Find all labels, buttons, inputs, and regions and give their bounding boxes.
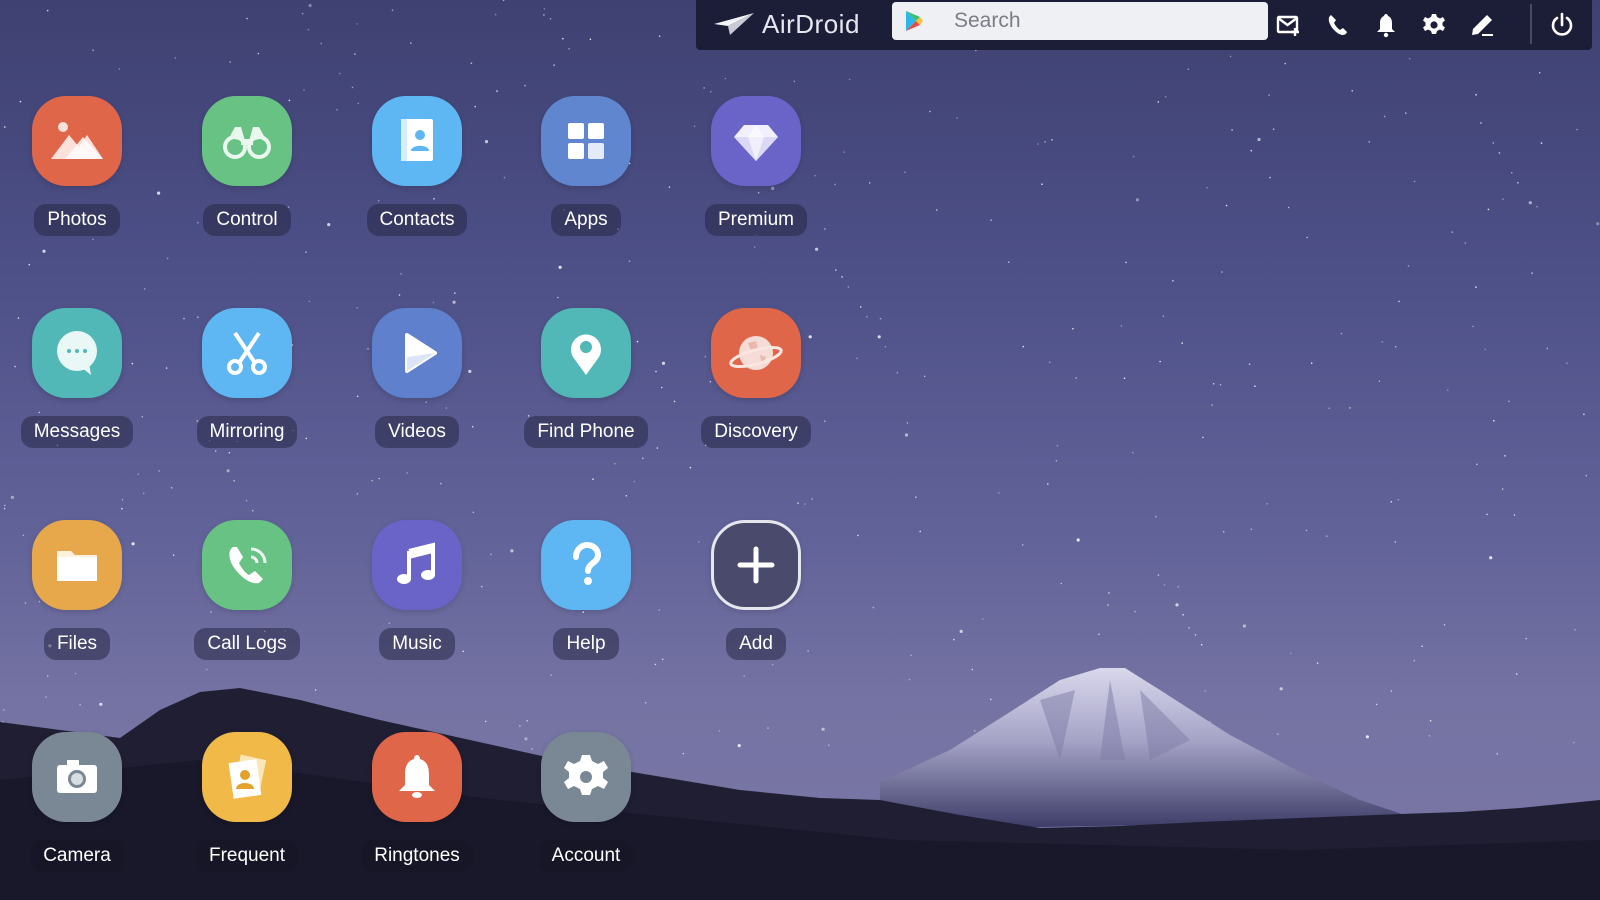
- app-label: Frequent: [195, 840, 299, 872]
- new-message-icon[interactable]: [1274, 10, 1304, 40]
- app-add[interactable]: Add: [681, 520, 831, 660]
- app-account[interactable]: Account: [511, 732, 661, 872]
- app-mirroring[interactable]: Mirroring: [172, 308, 322, 448]
- app-call-logs[interactable]: Call Logs: [172, 520, 322, 660]
- location-pin-icon: [541, 308, 631, 398]
- diamond-icon: [711, 96, 801, 186]
- plus-icon: [711, 520, 801, 610]
- app-messages[interactable]: Messages: [2, 308, 152, 448]
- app-discovery[interactable]: Discovery: [681, 308, 831, 448]
- app-label: Videos: [375, 416, 459, 448]
- app-label: Photos: [34, 204, 120, 236]
- app-files[interactable]: Files: [2, 520, 152, 660]
- app-control[interactable]: Control: [172, 96, 322, 236]
- app-premium[interactable]: Premium: [681, 96, 831, 236]
- bell-icon[interactable]: [1371, 10, 1401, 40]
- toolbar-divider: [1530, 4, 1532, 44]
- play-icon: [372, 308, 462, 398]
- app-label: Files: [43, 628, 111, 660]
- paper-plane-icon: [714, 13, 754, 35]
- app-label: Music: [379, 628, 455, 660]
- app-apps[interactable]: Apps: [511, 96, 661, 236]
- app-label: Control: [203, 204, 291, 236]
- phone-icon[interactable]: [1323, 10, 1353, 40]
- call-log-icon: [202, 520, 292, 610]
- pencil-icon[interactable]: [1467, 10, 1497, 40]
- app-videos[interactable]: Videos: [342, 308, 492, 448]
- contacts-book-icon: [372, 96, 462, 186]
- app-label: Camera: [30, 840, 124, 872]
- app-label: Apps: [551, 204, 621, 236]
- app-label: Contacts: [366, 204, 468, 236]
- app-label: Help: [553, 628, 619, 660]
- gear-icon[interactable]: [1419, 10, 1449, 40]
- search-input[interactable]: [952, 8, 1256, 34]
- account-gear-icon: [541, 732, 631, 822]
- app-camera[interactable]: Camera: [2, 732, 152, 872]
- app-find-phone[interactable]: Find Phone: [511, 308, 661, 448]
- app-label: Find Phone: [524, 416, 648, 448]
- brand-name: AirDroid: [762, 8, 860, 39]
- chat-bubble-icon: [32, 308, 122, 398]
- app-label: Add: [726, 628, 786, 660]
- app-photos[interactable]: Photos: [2, 96, 152, 236]
- frequent-contacts-icon: [202, 732, 292, 822]
- apps-grid-icon: [541, 96, 631, 186]
- app-label: Discovery: [701, 416, 811, 448]
- planet-icon: [711, 308, 801, 398]
- app-contacts[interactable]: Contacts: [342, 96, 492, 236]
- app-label: Account: [538, 840, 634, 872]
- scissors-icon: [202, 308, 292, 398]
- app-label: Ringtones: [361, 840, 473, 872]
- app-music[interactable]: Music: [342, 520, 492, 660]
- app-label: Premium: [704, 204, 807, 236]
- top-toolbar: AirDroid: [696, 0, 1592, 50]
- search-box[interactable]: [892, 2, 1268, 40]
- bell-ringtone-icon: [372, 732, 462, 822]
- app-label: Call Logs: [194, 628, 300, 660]
- app-label: Mirroring: [196, 416, 298, 448]
- folder-icon: [32, 520, 122, 610]
- music-note-icon: [372, 520, 462, 610]
- app-label: Messages: [20, 416, 134, 448]
- camera-icon: [32, 732, 122, 822]
- app-help[interactable]: Help: [511, 520, 661, 660]
- binoculars-icon: [202, 96, 292, 186]
- power-icon[interactable]: [1547, 10, 1577, 40]
- google-play-icon: [906, 11, 923, 31]
- photos-icon: [32, 96, 122, 186]
- airdroid-logo[interactable]: AirDroid: [712, 8, 860, 40]
- question-mark-icon: [541, 520, 631, 610]
- app-ringtones[interactable]: Ringtones: [342, 732, 492, 872]
- app-frequent[interactable]: Frequent: [172, 732, 322, 872]
